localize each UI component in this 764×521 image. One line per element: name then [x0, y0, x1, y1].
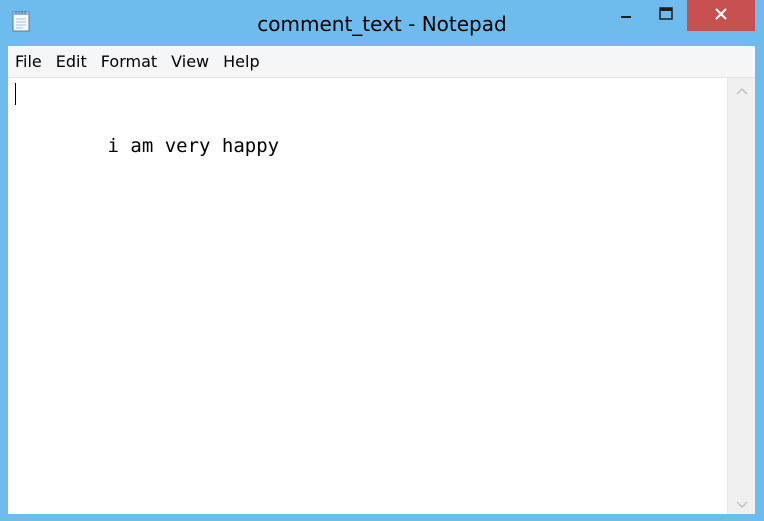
- text-caret: [15, 83, 16, 105]
- close-button[interactable]: [687, 0, 755, 31]
- menu-view[interactable]: View: [164, 48, 216, 76]
- vertical-scrollbar[interactable]: [727, 78, 755, 514]
- scroll-down-button[interactable]: [728, 492, 755, 514]
- close-icon: [714, 6, 728, 25]
- scroll-up-button[interactable]: [728, 78, 755, 100]
- chevron-up-icon: [735, 80, 748, 99]
- minimize-button[interactable]: [608, 0, 643, 31]
- editor-text: i am very happy: [107, 135, 280, 157]
- menu-file[interactable]: File: [8, 48, 49, 76]
- menu-bar: File Edit Format View Help: [8, 46, 755, 78]
- minimize-icon: [619, 6, 633, 25]
- chevron-down-icon: [735, 494, 748, 513]
- menu-edit[interactable]: Edit: [49, 48, 94, 76]
- menu-format[interactable]: Format: [94, 48, 164, 76]
- notepad-window: comment_text - Notepad File Edit Format …: [0, 0, 764, 521]
- notepad-icon[interactable]: [12, 10, 30, 32]
- client-area: File Edit Format View Help i am very hap…: [8, 46, 755, 514]
- maximize-icon: [658, 6, 674, 25]
- text-editor[interactable]: i am very happy: [8, 78, 727, 514]
- maximize-button[interactable]: [648, 0, 683, 31]
- title-bar[interactable]: comment_text - Notepad: [0, 0, 764, 46]
- menu-help[interactable]: Help: [216, 48, 266, 76]
- editor-content[interactable]: i am very happy: [15, 81, 280, 185]
